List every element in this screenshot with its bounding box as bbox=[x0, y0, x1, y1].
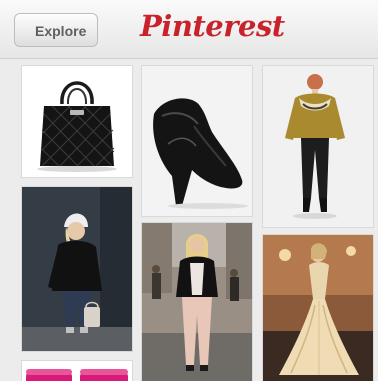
pin-runway-gown[interactable] bbox=[262, 234, 374, 381]
handbag-image bbox=[22, 66, 132, 177]
pin-city-street[interactable] bbox=[141, 222, 253, 381]
bootie-image bbox=[142, 66, 252, 216]
street-style-image bbox=[22, 187, 132, 351]
pin-street-style[interactable] bbox=[21, 186, 133, 352]
pin-sweater-model[interactable] bbox=[262, 65, 374, 228]
pin-feed-grid bbox=[0, 59, 378, 381]
top-navigation-bar: Explore Pinterest bbox=[0, 0, 378, 59]
pin-pink-accessories[interactable] bbox=[21, 360, 133, 381]
runway-gown-image bbox=[263, 235, 373, 381]
pink-accessories-image bbox=[22, 361, 132, 381]
sweater-model-image bbox=[263, 66, 373, 227]
pin-bootie[interactable] bbox=[141, 65, 253, 217]
explore-back-button[interactable]: Explore bbox=[14, 13, 98, 47]
city-street-image bbox=[142, 223, 252, 381]
pin-handbag[interactable] bbox=[21, 65, 133, 178]
pinterest-app: Explore Pinterest bbox=[0, 0, 378, 381]
pinterest-logo[interactable]: Pinterest bbox=[140, 9, 285, 43]
